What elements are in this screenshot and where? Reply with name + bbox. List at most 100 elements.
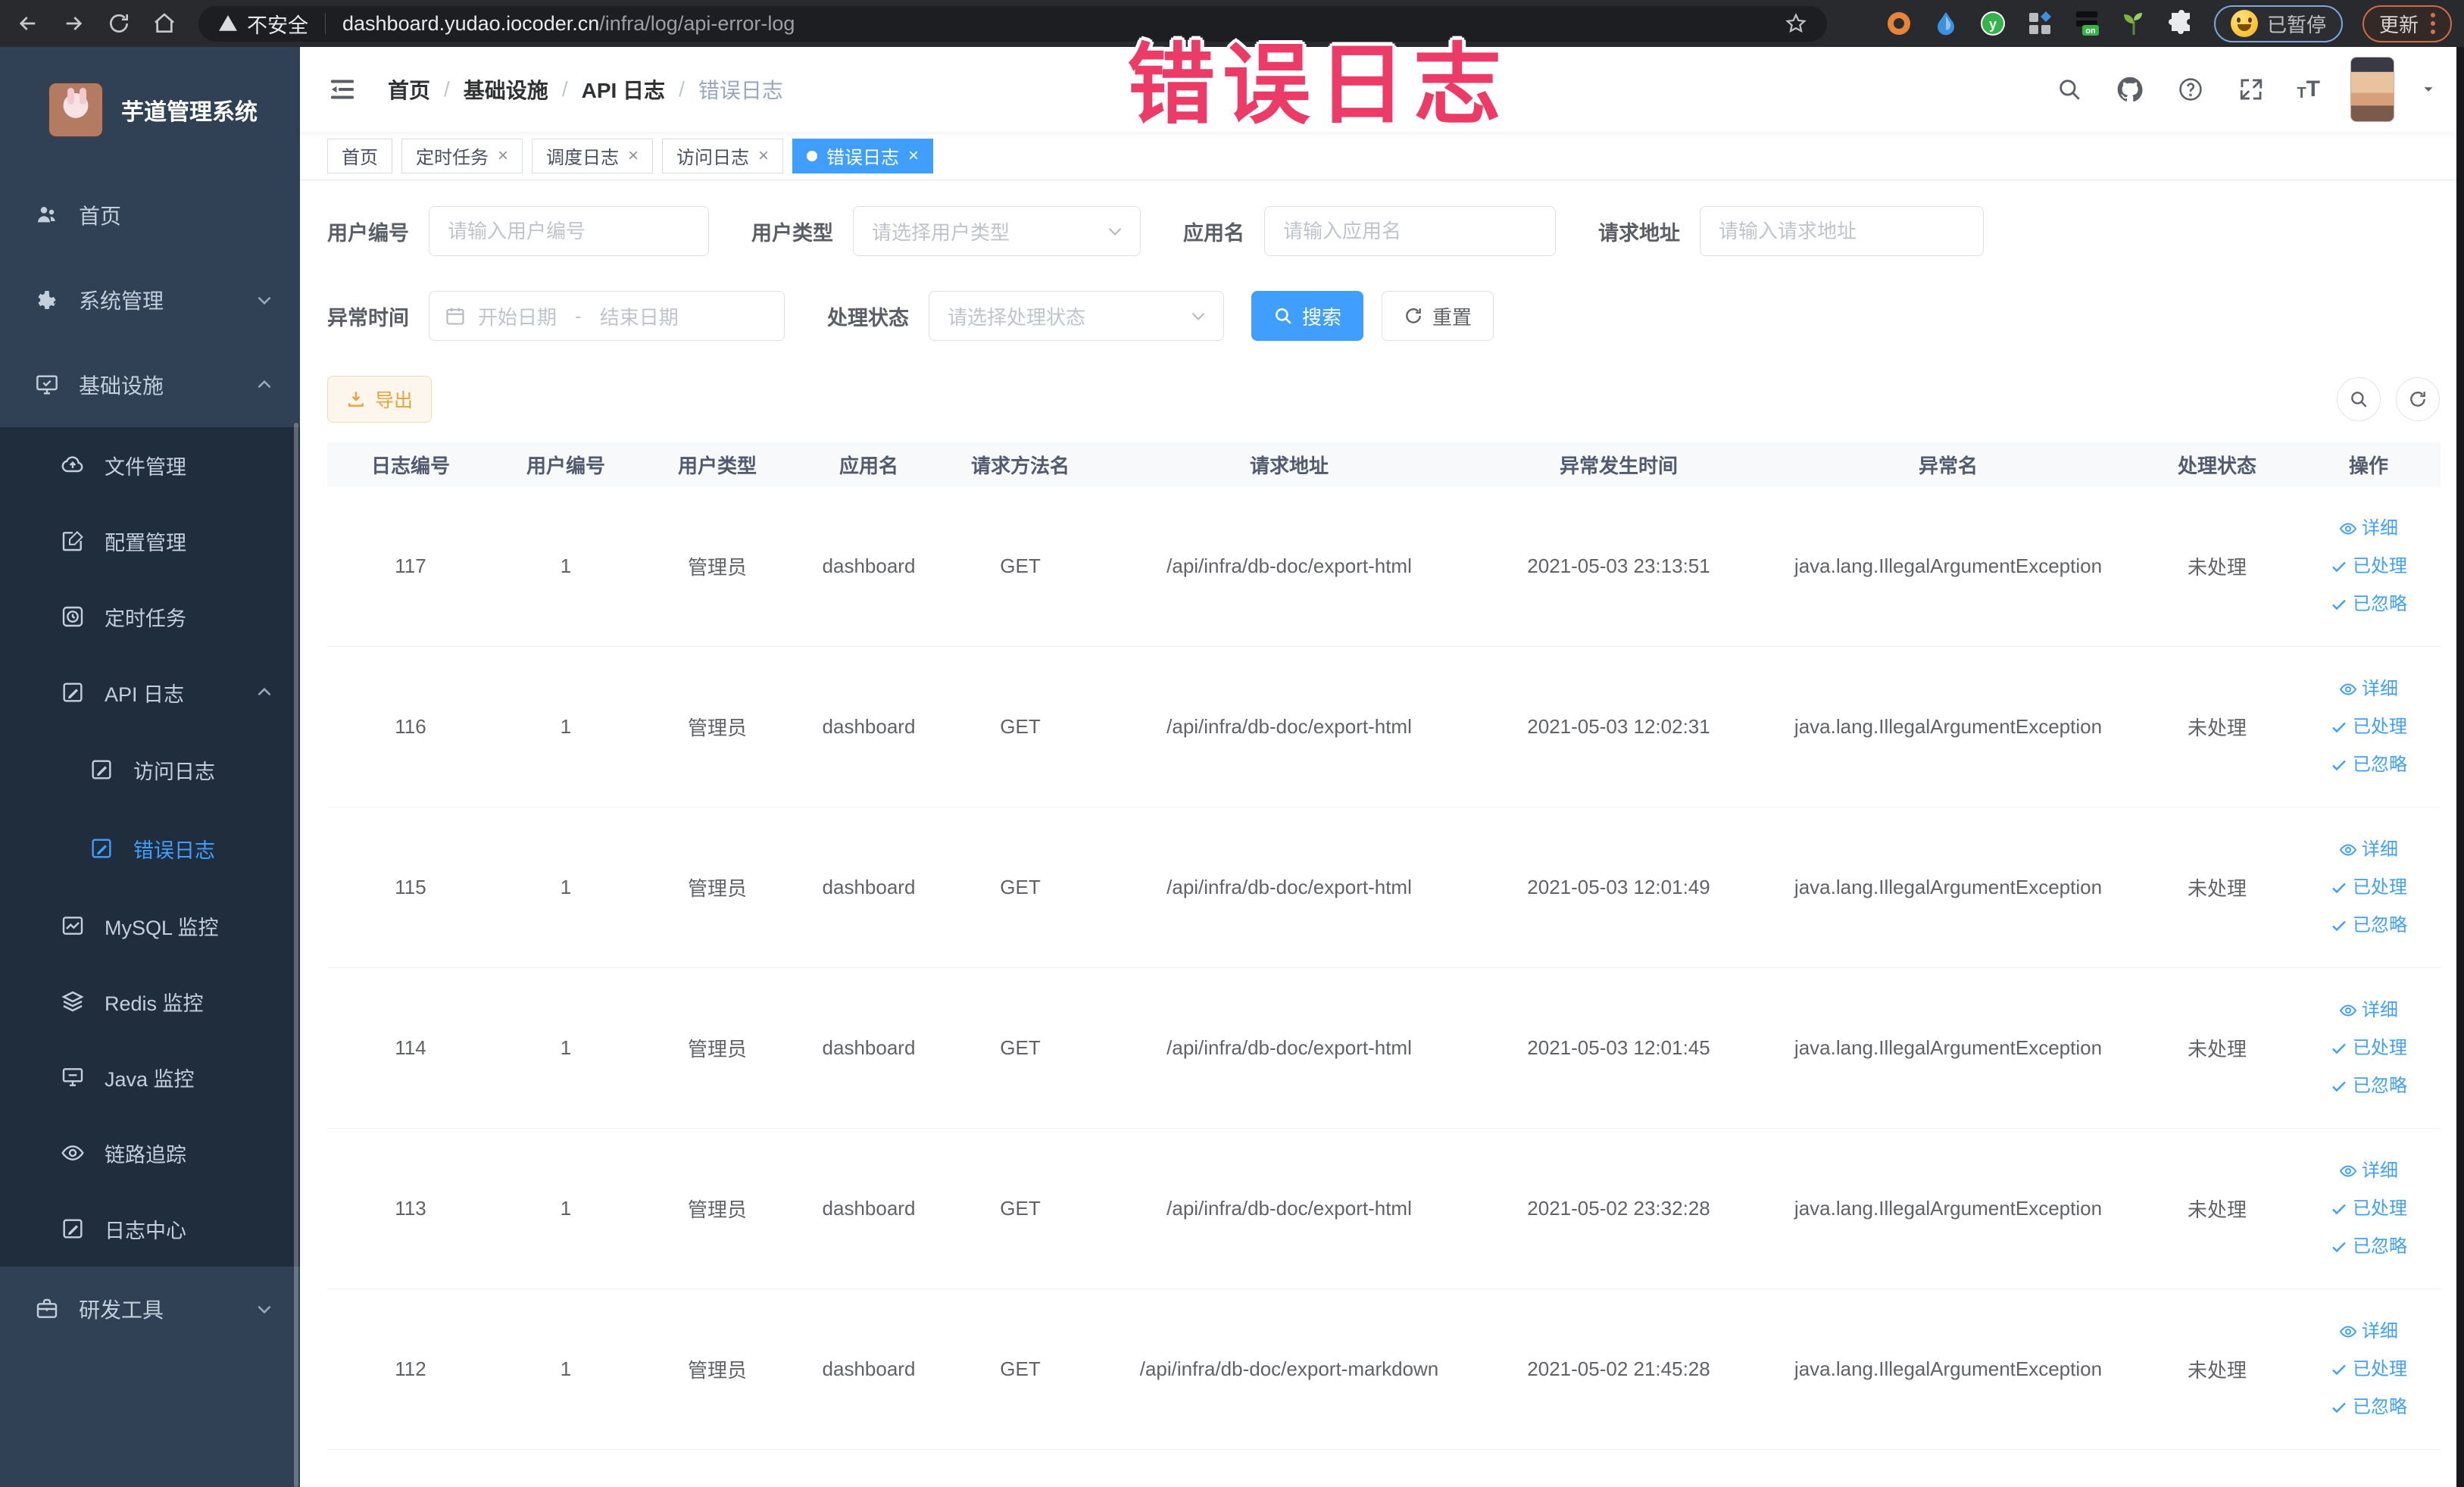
mark-processed-link[interactable]: 已处理 xyxy=(2330,1039,2407,1057)
request-url-input[interactable] xyxy=(1700,206,1984,256)
sidebar-item-access-log[interactable]: 访问日志 xyxy=(0,730,300,809)
breadcrumb-home[interactable]: 首页 xyxy=(388,74,430,105)
mark-processed-link[interactable]: 已处理 xyxy=(2330,878,2407,897)
tab-access-log[interactable]: 访问日志 × xyxy=(662,138,784,173)
col-method: 请求方法名 xyxy=(970,454,1070,477)
sidebar-collapse-icon[interactable] xyxy=(327,74,358,105)
mark-ignored-link[interactable]: 已忽略 xyxy=(2330,1237,2407,1256)
sidebar-item-log-center[interactable]: 日志中心 xyxy=(0,1191,300,1267)
extension-orange-icon[interactable] xyxy=(1885,10,1913,37)
eye-icon xyxy=(2339,1004,2357,1017)
tab-close-icon[interactable]: × xyxy=(498,146,508,165)
detail-link[interactable]: 详细 xyxy=(2339,1161,2398,1180)
app-name-input[interactable] xyxy=(1264,206,1556,256)
page-content: 用户编号 用户类型 请选择用户类型 应用名 请求地址 xyxy=(300,180,2464,1487)
mark-processed-link[interactable]: 已处理 xyxy=(2330,717,2407,736)
detail-link[interactable]: 详细 xyxy=(2339,840,2398,859)
check-icon xyxy=(2332,1081,2346,1092)
chevron-up-icon xyxy=(255,375,274,395)
mark-ignored-link[interactable]: 已忽略 xyxy=(2330,755,2407,774)
detail-link[interactable]: 详细 xyxy=(2339,679,2398,698)
tab-close-icon[interactable]: × xyxy=(758,146,769,165)
sidebar: 芋道管理系统 首页 系统管理 基础设施 文件管理 配置管理 定时任务 API 日… xyxy=(0,47,300,1487)
check-icon xyxy=(2332,883,2346,893)
sidebar-logo[interactable]: 芋道管理系统 xyxy=(0,47,300,173)
mark-processed-link[interactable]: 已处理 xyxy=(2330,1360,2407,1379)
sidebar-item-dev-tools[interactable]: 研发工具 xyxy=(0,1267,300,1351)
tab-close-icon[interactable]: × xyxy=(628,146,639,165)
reset-button[interactable]: 重置 xyxy=(1382,291,1494,341)
browser-update-button[interactable]: 更新 xyxy=(2362,5,2452,42)
sidebar-item-scheduled-jobs[interactable]: 定时任务 xyxy=(0,579,300,654)
sidebar-item-infrastructure[interactable]: 基础设施 xyxy=(0,342,300,427)
detail-link[interactable]: 详细 xyxy=(2339,1001,2398,1020)
extension-tampermonkey-on-icon[interactable]: on xyxy=(2073,10,2100,37)
user-type-label: 用户类型 xyxy=(751,221,833,245)
sidebar-item-trace[interactable]: 链路追踪 xyxy=(0,1115,300,1191)
refresh-table-button[interactable] xyxy=(2396,377,2440,421)
user-id-input[interactable] xyxy=(429,206,709,256)
browser-reload-icon[interactable] xyxy=(101,6,136,41)
fullscreen-icon[interactable] xyxy=(2236,74,2266,105)
mark-ignored-link[interactable]: 已忽略 xyxy=(2330,1076,2407,1095)
row-actions: 详细 已处理 已忽略 xyxy=(2297,486,2441,646)
search-icon[interactable] xyxy=(2054,74,2085,105)
mark-processed-link[interactable]: 已处理 xyxy=(2330,557,2407,576)
browser-back-icon[interactable] xyxy=(11,6,45,41)
browser-menu-kebab-icon[interactable] xyxy=(2431,13,2435,34)
tab-close-icon[interactable]: × xyxy=(908,146,919,165)
check-icon xyxy=(2332,561,2346,572)
sidebar-scrollbar[interactable] xyxy=(294,423,298,1487)
extensions-puzzle-icon[interactable] xyxy=(2167,10,2194,37)
chevron-down-icon xyxy=(1188,306,1208,326)
search-button[interactable]: 搜索 xyxy=(1251,291,1364,341)
help-icon[interactable] xyxy=(2175,74,2206,105)
sidebar-item-api-log[interactable]: API 日志 xyxy=(0,654,300,730)
sidebar-item-file-management[interactable]: 文件管理 xyxy=(0,427,300,503)
mark-ignored-link[interactable]: 已忽略 xyxy=(2330,1398,2407,1417)
browser-home-icon[interactable] xyxy=(147,6,182,41)
sidebar-item-java-monitor[interactable]: Java 监控 xyxy=(0,1039,300,1115)
user-type-select[interactable]: 请选择用户类型 xyxy=(853,206,1141,256)
sidebar-item-config-management[interactable]: 配置管理 xyxy=(0,503,300,579)
avatar-caret-icon[interactable] xyxy=(2420,81,2437,98)
status-text: 未处理 xyxy=(2187,1198,2247,1221)
process-status-select[interactable]: 请选择处理状态 xyxy=(929,291,1224,341)
sidebar-item-home[interactable]: 首页 xyxy=(0,173,300,258)
row-actions: 详细 已处理 已忽略 xyxy=(2297,808,2441,967)
tab-scheduled-jobs[interactable]: 定时任务 × xyxy=(401,138,523,173)
exception-time-range-picker[interactable]: 开始日期 - 结束日期 xyxy=(429,291,785,341)
detail-link[interactable]: 详细 xyxy=(2339,1322,2398,1341)
user-avatar[interactable] xyxy=(2350,57,2394,122)
breadcrumb-api-log[interactable]: API 日志 xyxy=(582,74,665,105)
export-button[interactable]: 导出 xyxy=(327,376,433,423)
tab-schedule-log[interactable]: 调度日志 × xyxy=(532,138,654,173)
browser-forward-icon[interactable] xyxy=(56,6,91,41)
address-bar[interactable]: 不安全 dashboard.yudao.iocoder.cn/infra/log… xyxy=(198,5,1827,42)
detail-link[interactable]: 详细 xyxy=(2339,519,2398,538)
url-text[interactable]: dashboard.yudao.iocoder.cn/infra/log/api… xyxy=(342,12,795,36)
extension-drop-icon[interactable] xyxy=(1932,10,1960,37)
mark-ignored-link[interactable]: 已忽略 xyxy=(2330,595,2407,614)
extension-grid-icon[interactable] xyxy=(2026,10,2053,37)
col-user-id: 用户编号 xyxy=(526,454,605,477)
github-icon[interactable] xyxy=(2115,74,2145,105)
mark-processed-link[interactable]: 已处理 xyxy=(2330,1199,2407,1218)
sidebar-item-redis-monitor[interactable]: Redis 监控 xyxy=(0,964,300,1039)
layers-icon xyxy=(61,989,85,1014)
tab-error-log[interactable]: 错误日志 × xyxy=(792,138,934,173)
sidebar-item-error-log[interactable]: 错误日志 xyxy=(0,809,300,888)
tab-home[interactable]: 首页 xyxy=(327,138,392,173)
mark-ignored-link[interactable]: 已忽略 xyxy=(2330,916,2407,935)
security-chip[interactable]: 不安全 xyxy=(247,9,308,39)
toggle-search-button[interactable] xyxy=(2337,377,2381,421)
bookmark-star-icon[interactable] xyxy=(1785,12,1807,35)
profile-paused-badge[interactable]: 已暂停 xyxy=(2213,5,2343,42)
breadcrumb-infrastructure[interactable]: 基础设施 xyxy=(464,74,548,105)
extension-green-y-icon[interactable]: y xyxy=(1979,10,2006,37)
sidebar-item-mysql-monitor[interactable]: MySQL 监控 xyxy=(0,888,300,964)
sidebar-item-system[interactable]: 系统管理 xyxy=(0,258,300,342)
extension-plant-icon[interactable] xyxy=(2120,10,2147,37)
font-size-icon[interactable]: TT xyxy=(2297,78,2320,102)
error-log-table: 日志编号 用户编号 用户类型 应用名 请求方法名 请求地址 异常发生时间 异常名… xyxy=(327,442,2441,1450)
